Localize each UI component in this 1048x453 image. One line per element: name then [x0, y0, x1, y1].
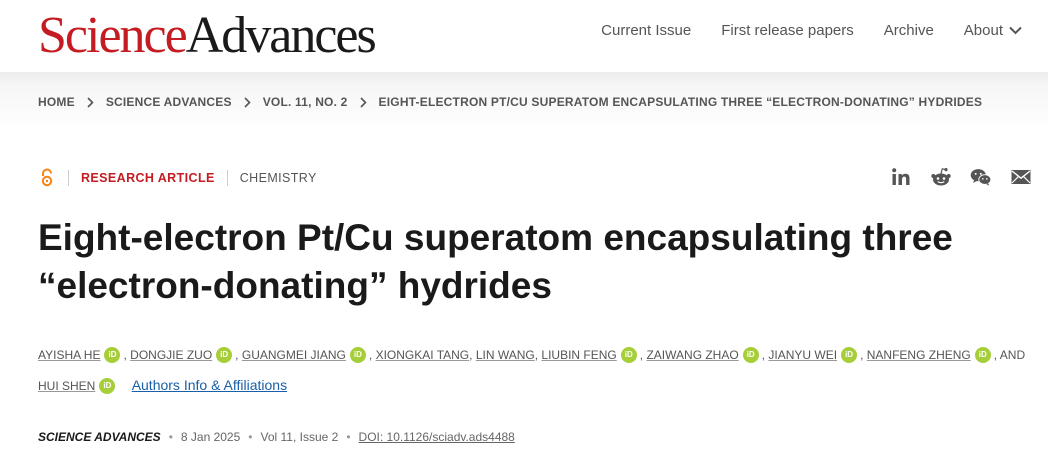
breadcrumb: HOME SCIENCE ADVANCES VOL. 11, NO. 2 EIG… — [38, 95, 982, 109]
doi-link[interactable]: DOI: 10.1126/sciadv.ads4488 — [359, 430, 515, 444]
journal-name: SCIENCE ADVANCES — [38, 430, 161, 444]
article-title-line-2: “electron-donating” hydrides — [38, 265, 552, 306]
site-header: ScienceAdvances Current Issue First rele… — [0, 0, 1048, 72]
author-link[interactable]: XIONGKAI TANG — [376, 348, 470, 362]
volume-issue: Vol 11, Issue 2 — [260, 430, 339, 444]
author-link[interactable]: NANFENG ZHENG — [867, 348, 971, 362]
author-link[interactable]: AYISHA HE — [38, 348, 100, 362]
orcid-icon[interactable]: iD — [104, 346, 121, 363]
wechat-icon[interactable] — [970, 166, 992, 188]
article-title-line-1: Eight-electron Pt/Cu superatom encapsula… — [38, 217, 953, 258]
author-separator: , — [534, 348, 539, 362]
author-link[interactable]: GUANGMEI JIANG — [242, 348, 346, 362]
chevron-down-icon — [1009, 26, 1022, 35]
orcid-icon[interactable]: iD — [974, 346, 991, 363]
chevron-right-icon — [359, 96, 367, 108]
author-list: AYISHA HE iD, DONGJIE ZUO iD, GUANGMEI JIA… — [38, 340, 1043, 401]
breadcrumb-volume[interactable]: VOL. 11, NO. 2 — [263, 95, 348, 109]
bullet-separator: • — [168, 430, 173, 444]
authors-info-affiliations-link[interactable]: Authors Info & Affiliations — [132, 377, 287, 393]
orcid-icon[interactable]: iD — [99, 377, 116, 394]
science-advances-logo[interactable]: ScienceAdvances — [38, 6, 377, 66]
author-separator: , — [639, 348, 644, 362]
breadcrumb-band — [0, 72, 1048, 162]
author-link[interactable]: ZAIWANG ZHAO — [646, 348, 738, 362]
logo-advances-text: Advances — [185, 7, 377, 64]
breadcrumb-science-advances[interactable]: SCIENCE ADVANCES — [106, 95, 232, 109]
chevron-right-icon — [87, 96, 94, 108]
orcid-icon[interactable]: iD — [841, 346, 858, 363]
publication-date: 8 Jan 2025 — [180, 430, 241, 444]
article-meta-row: RESEARCH ARTICLE CHEMISTRY — [38, 168, 317, 188]
logo-science-text: Science — [38, 7, 188, 64]
open-access-icon — [38, 168, 56, 188]
orcid-icon[interactable]: iD — [216, 346, 233, 363]
publication-info: SCIENCE ADVANCES • 8 Jan 2025 • Vol 11, … — [38, 430, 515, 444]
author-link[interactable]: JIANYU WEI — [768, 348, 837, 362]
divider — [226, 170, 228, 186]
author-separator: , — [860, 348, 864, 362]
author-separator-and: , AND — [993, 348, 1026, 362]
author-link[interactable]: HUI SHEN — [38, 379, 95, 393]
nav-about-label: About — [963, 22, 1003, 39]
author-separator: , — [368, 348, 373, 362]
email-icon[interactable] — [1010, 166, 1032, 188]
orcid-icon[interactable]: iD — [742, 346, 759, 363]
linkedin-icon[interactable] — [890, 166, 912, 188]
author-link[interactable]: LIN WANG — [476, 348, 535, 362]
author-separator: , — [123, 348, 127, 362]
bullet-separator: • — [248, 430, 253, 444]
bullet-separator: • — [346, 430, 351, 444]
divider — [68, 170, 69, 186]
author-separator: , — [761, 348, 766, 362]
breadcrumb-current-article: EIGHT-ELECTRON PT/CU SUPERATOM ENCAPSULA… — [378, 95, 983, 109]
chevron-right-icon — [244, 96, 251, 108]
orcid-icon[interactable]: iD — [349, 346, 366, 363]
share-bar — [890, 166, 1032, 188]
nav-first-release-papers[interactable]: First release papers — [721, 22, 854, 39]
nav-about[interactable]: About — [964, 22, 1022, 39]
reddit-icon[interactable] — [930, 166, 952, 188]
article-subject[interactable]: CHEMISTRY — [240, 171, 317, 185]
main-nav: Current Issue First release papers Archi… — [601, 22, 1022, 39]
author-separator: , — [469, 348, 473, 362]
nav-archive[interactable]: Archive — [884, 22, 934, 39]
author-separator: , — [235, 348, 239, 362]
orcid-icon[interactable]: iD — [620, 346, 637, 363]
nav-current-issue[interactable]: Current Issue — [601, 22, 691, 39]
breadcrumb-home[interactable]: HOME — [38, 95, 75, 109]
author-link[interactable]: LIUBIN FENG — [541, 348, 616, 362]
article-title: Eight-electron Pt/Cu superatom encapsula… — [38, 214, 1038, 310]
article-type[interactable]: RESEARCH ARTICLE — [81, 171, 215, 185]
author-link[interactable]: DONGJIE ZUO — [130, 348, 212, 362]
